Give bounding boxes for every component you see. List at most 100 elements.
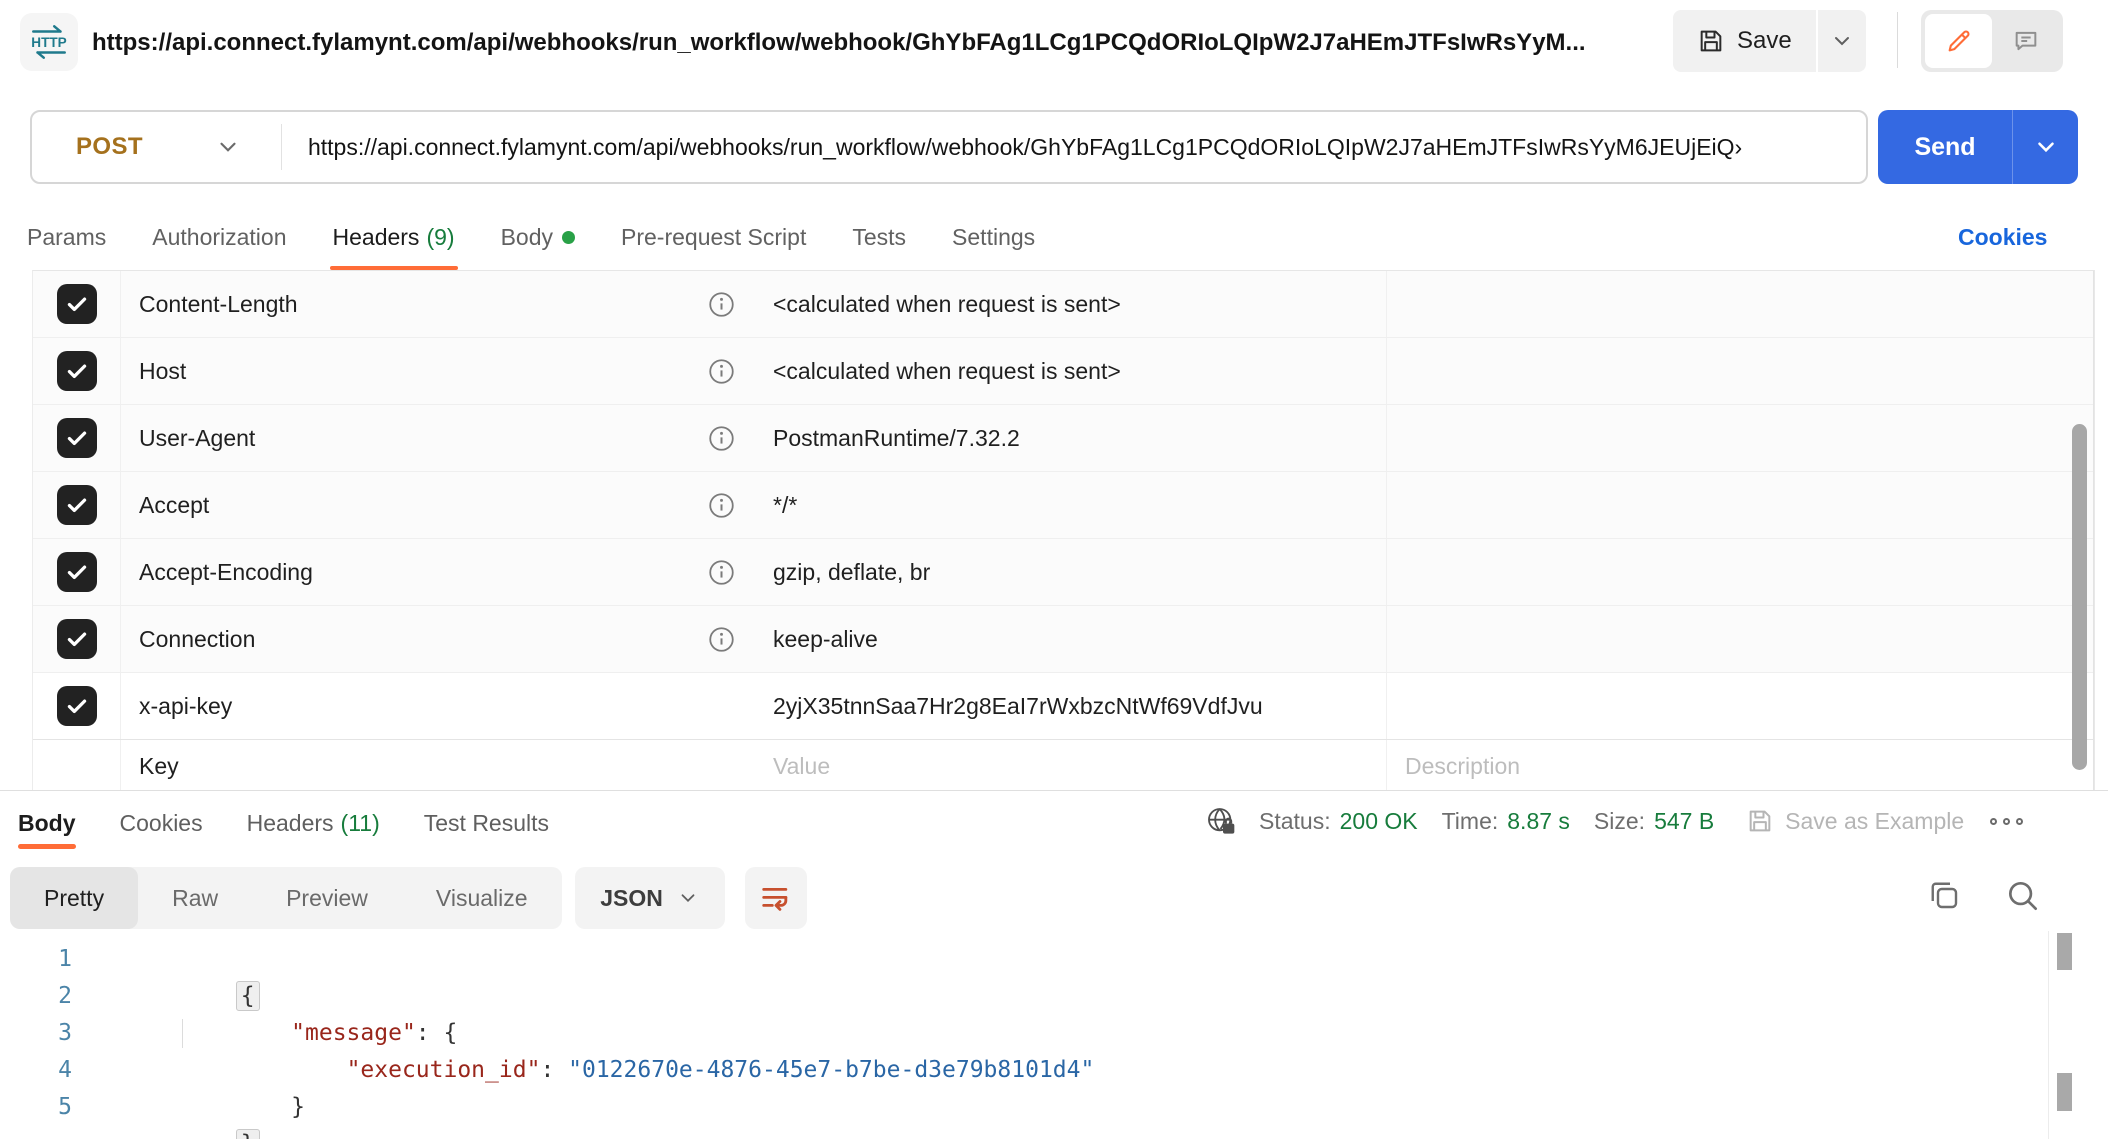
response-scrollbar-thumb[interactable] bbox=[2057, 1073, 2072, 1111]
header-value[interactable]: keep-alive bbox=[751, 626, 1386, 653]
header-value[interactable]: 2yjX35tnnSaa7Hr2g8EaI7rWxbzcNtWf69VdfJvu bbox=[751, 693, 1386, 720]
header-enabled-checkbox[interactable] bbox=[57, 552, 97, 592]
tab-headers[interactable]: Headers (9) bbox=[333, 205, 455, 270]
header-key[interactable]: Connection bbox=[139, 626, 708, 653]
comment-icon bbox=[2012, 27, 2040, 55]
search-icon bbox=[2004, 877, 2042, 915]
header-description[interactable] bbox=[1386, 539, 2093, 605]
tab-settings[interactable]: Settings bbox=[952, 205, 1035, 270]
header-enabled-checkbox[interactable] bbox=[57, 686, 97, 726]
cookies-link[interactable]: Cookies bbox=[1958, 205, 2047, 270]
checkmark-icon bbox=[64, 693, 90, 719]
row-checkbox-cell bbox=[33, 338, 121, 404]
view-mode-visualize[interactable]: Visualize bbox=[402, 867, 562, 929]
save-options-button[interactable] bbox=[1818, 10, 1866, 72]
header-enabled-checkbox[interactable] bbox=[57, 284, 97, 324]
header-enabled-checkbox[interactable] bbox=[57, 619, 97, 659]
tab-headers-count: (9) bbox=[426, 224, 454, 251]
copy-response-button[interactable] bbox=[1926, 877, 1962, 913]
header-description[interactable] bbox=[1386, 472, 2093, 538]
response-tab-test-results[interactable]: Test Results bbox=[424, 797, 549, 849]
headers-table: Content-Length <calculated when request … bbox=[32, 270, 2094, 790]
url-input[interactable]: https://api.connect.fylamynt.com/api/web… bbox=[308, 134, 1866, 161]
edit-mode-button[interactable] bbox=[1925, 14, 1992, 68]
chevron-down-icon bbox=[677, 887, 699, 909]
info-icon[interactable] bbox=[708, 559, 735, 586]
view-mode-pretty[interactable]: Pretty bbox=[10, 867, 138, 929]
header-description[interactable] bbox=[1386, 338, 2093, 404]
topbar-divider bbox=[1897, 12, 1898, 68]
method-selector-chevron[interactable] bbox=[215, 134, 241, 160]
table-row: Connection keep-alive bbox=[33, 606, 2093, 673]
http-request-badge: HTTP bbox=[20, 13, 78, 71]
network-globe-lock-icon[interactable] bbox=[1205, 805, 1237, 837]
header-value[interactable]: PostmanRuntime/7.32.2 bbox=[751, 425, 1386, 452]
fold-marker[interactable]: } bbox=[236, 1129, 260, 1139]
header-key[interactable]: Content-Length bbox=[139, 291, 708, 318]
header-key[interactable]: Accept bbox=[139, 492, 708, 519]
table-row: Host <calculated when request is sent> bbox=[33, 338, 2093, 405]
info-icon[interactable] bbox=[708, 425, 735, 452]
tab-pre-request-script[interactable]: Pre-request Script bbox=[621, 205, 806, 270]
response-meta-bar: Status: 200 OK Time: 8.87 s Size: 547 B … bbox=[1205, 791, 2023, 851]
response-tab-test-results-label: Test Results bbox=[424, 810, 549, 837]
header-key[interactable]: Accept-Encoding bbox=[139, 559, 708, 586]
view-mode-preview[interactable]: Preview bbox=[252, 867, 402, 929]
description-input[interactable]: Description bbox=[1405, 753, 1520, 780]
header-enabled-checkbox[interactable] bbox=[57, 351, 97, 391]
header-key[interactable]: x-api-key bbox=[139, 693, 751, 720]
format-wrap-button[interactable] bbox=[745, 867, 807, 929]
info-icon[interactable] bbox=[708, 492, 735, 519]
tab-tests[interactable]: Tests bbox=[852, 205, 906, 270]
header-description[interactable] bbox=[1386, 606, 2093, 672]
header-enabled-checkbox[interactable] bbox=[57, 485, 97, 525]
value-input[interactable]: Value bbox=[751, 753, 1386, 780]
header-key[interactable]: Host bbox=[139, 358, 708, 385]
response-tab-headers[interactable]: Headers (11) bbox=[247, 797, 380, 849]
checkmark-icon bbox=[64, 291, 90, 317]
response-tab-cookies[interactable]: Cookies bbox=[120, 797, 203, 849]
send-options-button[interactable] bbox=[2013, 134, 2078, 160]
header-enabled-checkbox[interactable] bbox=[57, 418, 97, 458]
header-value[interactable]: <calculated when request is sent> bbox=[751, 358, 1386, 385]
save-floppy-icon bbox=[1697, 27, 1725, 55]
header-description[interactable] bbox=[1386, 673, 2093, 739]
row-checkbox-cell bbox=[33, 405, 121, 471]
tab-body[interactable]: Body bbox=[501, 205, 575, 270]
info-icon[interactable] bbox=[708, 626, 735, 653]
checkmark-icon bbox=[64, 626, 90, 652]
request-panel-scrollbar[interactable] bbox=[2072, 424, 2087, 770]
response-panel: Body Cookies Headers (11) Test Results S… bbox=[0, 790, 2108, 1139]
size-value: 547 B bbox=[1654, 808, 1714, 835]
response-scrollbar-thumb[interactable] bbox=[2057, 933, 2072, 970]
tab-params[interactable]: Params bbox=[27, 205, 106, 270]
header-description[interactable] bbox=[1386, 405, 2093, 471]
header-value[interactable]: */* bbox=[751, 492, 1386, 519]
tab-authorization[interactable]: Authorization bbox=[152, 205, 286, 270]
row-checkbox-cell bbox=[33, 271, 121, 337]
view-mode-raw[interactable]: Raw bbox=[138, 867, 252, 929]
send-button[interactable]: Send bbox=[1878, 133, 2012, 162]
header-description[interactable] bbox=[1386, 271, 2093, 337]
info-icon[interactable] bbox=[708, 358, 735, 385]
row-checkbox-cell bbox=[33, 740, 121, 790]
code-line: 4 } bbox=[0, 1052, 2040, 1089]
save-as-example-button[interactable]: Save as Example bbox=[1746, 807, 1964, 835]
header-value[interactable]: <calculated when request is sent> bbox=[751, 291, 1386, 318]
save-button[interactable]: Save bbox=[1673, 10, 1816, 72]
header-value[interactable]: gzip, deflate, br bbox=[751, 559, 1386, 586]
search-response-button[interactable] bbox=[2004, 877, 2042, 915]
checkmark-icon bbox=[64, 492, 90, 518]
response-tab-body[interactable]: Body bbox=[18, 797, 76, 849]
key-input[interactable]: Key bbox=[139, 753, 751, 780]
more-options-icon[interactable] bbox=[1990, 818, 2023, 825]
language-select[interactable]: JSON bbox=[575, 867, 725, 929]
info-icon[interactable] bbox=[708, 291, 735, 318]
save-floppy-icon bbox=[1746, 807, 1774, 835]
comments-button[interactable] bbox=[1992, 14, 2059, 68]
app-window: HTTP https://api.connect.fylamynt.com/ap… bbox=[0, 0, 2108, 1139]
header-key[interactable]: User-Agent bbox=[139, 425, 708, 452]
row-checkbox-cell bbox=[33, 539, 121, 605]
method-selector[interactable]: POST bbox=[76, 133, 143, 161]
size-label: Size: bbox=[1594, 808, 1645, 835]
